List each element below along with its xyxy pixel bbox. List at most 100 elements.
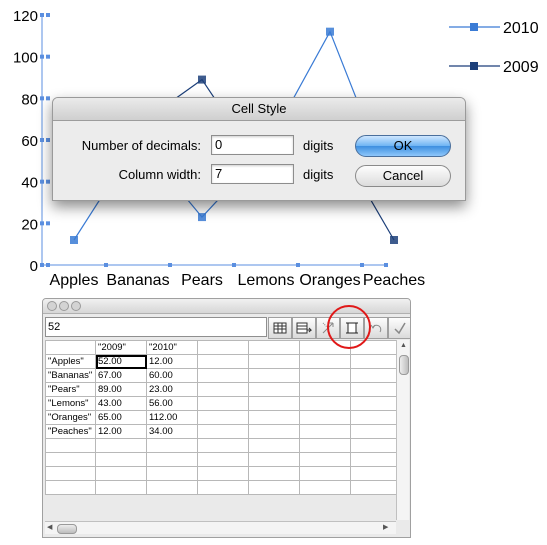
grid-cell[interactable] [350, 424, 402, 439]
grid-cell[interactable]: 112.00 [146, 410, 198, 425]
grid-cell[interactable]: 43.00 [95, 396, 147, 411]
row-header-cell[interactable] [45, 466, 96, 481]
grid-cell[interactable] [299, 424, 351, 439]
grid-cell[interactable] [95, 438, 147, 453]
grid-cell[interactable] [248, 368, 300, 383]
x-tick-marker [168, 263, 172, 267]
zoom-window-button[interactable] [71, 301, 81, 311]
grid-cell[interactable] [299, 368, 351, 383]
grid-cell[interactable]: 56.00 [146, 396, 198, 411]
grid-cell[interactable] [350, 438, 402, 453]
grid-cell[interactable]: 89.00 [95, 382, 147, 397]
cell-value-input[interactable]: 52 [45, 317, 267, 337]
y-tick-marker [46, 54, 50, 59]
row-header-cell[interactable]: "Bananas" [45, 368, 96, 383]
row-header-cell[interactable]: "Pears" [45, 382, 96, 397]
grid-cell[interactable] [197, 368, 249, 383]
grid-cell[interactable]: 60.00 [146, 368, 198, 383]
horizontal-scroll-thumb[interactable] [57, 524, 77, 534]
grid-cell[interactable] [248, 424, 300, 439]
column-width-input[interactable]: 7 [211, 164, 294, 184]
grid-cell[interactable] [146, 466, 198, 481]
grid-cell[interactable] [350, 452, 402, 467]
grid-cell[interactable] [248, 354, 300, 369]
close-window-button[interactable] [47, 301, 57, 311]
grid-cell[interactable] [197, 438, 249, 453]
grid-cell[interactable] [95, 480, 147, 495]
grid-cell[interactable] [197, 396, 249, 411]
grid-cell[interactable] [248, 382, 300, 397]
grid-cell[interactable] [350, 354, 402, 369]
data-point-2009 [198, 75, 206, 84]
grid-cell[interactable] [350, 382, 402, 397]
row-header-cell[interactable]: "Oranges" [45, 410, 96, 425]
grid-cell[interactable] [197, 466, 249, 481]
grid-cell[interactable] [299, 452, 351, 467]
scroll-right-icon[interactable]: ▶ [383, 523, 388, 531]
grid-cell[interactable] [248, 410, 300, 425]
grid-cell[interactable] [197, 480, 249, 495]
row-header-cell[interactable]: "Lemons" [45, 396, 96, 411]
grid-cell[interactable] [146, 480, 198, 495]
row-header-cell[interactable]: "Peaches" [45, 424, 96, 439]
scroll-up-icon[interactable]: ▲ [400, 342, 407, 349]
grid-cell[interactable]: 65.00 [95, 410, 147, 425]
grid-cell[interactable] [248, 466, 300, 481]
grid-cell[interactable] [197, 354, 249, 369]
grid-cell[interactable] [299, 396, 351, 411]
vertical-scroll-thumb[interactable] [399, 355, 409, 375]
row-header-cell[interactable] [45, 340, 96, 355]
y-tick-label: 40 [21, 175, 38, 192]
grid-cell[interactable] [248, 438, 300, 453]
grid-cell[interactable] [197, 382, 249, 397]
horizontal-scrollbar[interactable]: ◀ ▶ [45, 521, 396, 534]
grid-cell[interactable] [146, 438, 198, 453]
grid-cell[interactable]: 67.00 [95, 368, 147, 383]
grid-cell[interactable] [197, 410, 249, 425]
grid-cell[interactable] [299, 480, 351, 495]
grid-cell[interactable] [146, 452, 198, 467]
apply-check-icon[interactable] [388, 317, 410, 339]
grid-cell[interactable] [197, 424, 249, 439]
grid-cell[interactable]: "2009" [95, 340, 147, 355]
grid-cell[interactable] [350, 410, 402, 425]
decimals-input[interactable]: 0 [211, 135, 294, 155]
grid-cell[interactable] [95, 466, 147, 481]
grid-cell[interactable] [248, 480, 300, 495]
grid-cell[interactable] [350, 396, 402, 411]
grid-cell[interactable]: 52.00 [95, 354, 147, 369]
grid-cell[interactable]: 34.00 [146, 424, 198, 439]
import-table-icon[interactable] [268, 317, 292, 339]
row-header-cell[interactable] [45, 452, 96, 467]
cancel-button[interactable]: Cancel [355, 165, 451, 187]
grid-cell[interactable] [248, 340, 300, 355]
grid-cell[interactable] [248, 396, 300, 411]
grid-cell[interactable] [299, 466, 351, 481]
grid-cell[interactable] [95, 452, 147, 467]
grid-cell[interactable] [350, 466, 402, 481]
data-point-2010 [326, 27, 334, 36]
scroll-left-icon[interactable]: ◀ [47, 523, 52, 531]
y-tick-label: 60 [21, 133, 38, 150]
vertical-scrollbar[interactable]: ▲ [396, 340, 409, 520]
grid-cell[interactable] [197, 452, 249, 467]
grid-cell[interactable] [248, 452, 300, 467]
row-header-cell[interactable] [45, 438, 96, 453]
legend-marker-2009 [470, 62, 478, 70]
grid-cell[interactable]: 23.00 [146, 382, 198, 397]
grid-cell[interactable] [299, 382, 351, 397]
grid-cell[interactable] [350, 368, 402, 383]
grid-cell[interactable]: "2010" [146, 340, 198, 355]
export-table-icon[interactable] [292, 317, 316, 339]
grid-cell[interactable] [299, 354, 351, 369]
grid-cell[interactable] [350, 480, 402, 495]
row-header-cell[interactable] [45, 480, 96, 495]
grid-cell[interactable] [299, 438, 351, 453]
grid-cell[interactable] [197, 340, 249, 355]
grid-cell[interactable] [299, 410, 351, 425]
minimize-window-button[interactable] [59, 301, 69, 311]
grid-cell[interactable]: 12.00 [146, 354, 198, 369]
grid-cell[interactable]: 12.00 [95, 424, 147, 439]
ok-button[interactable]: OK [355, 135, 451, 157]
row-header-cell[interactable]: "Apples" [45, 354, 96, 369]
